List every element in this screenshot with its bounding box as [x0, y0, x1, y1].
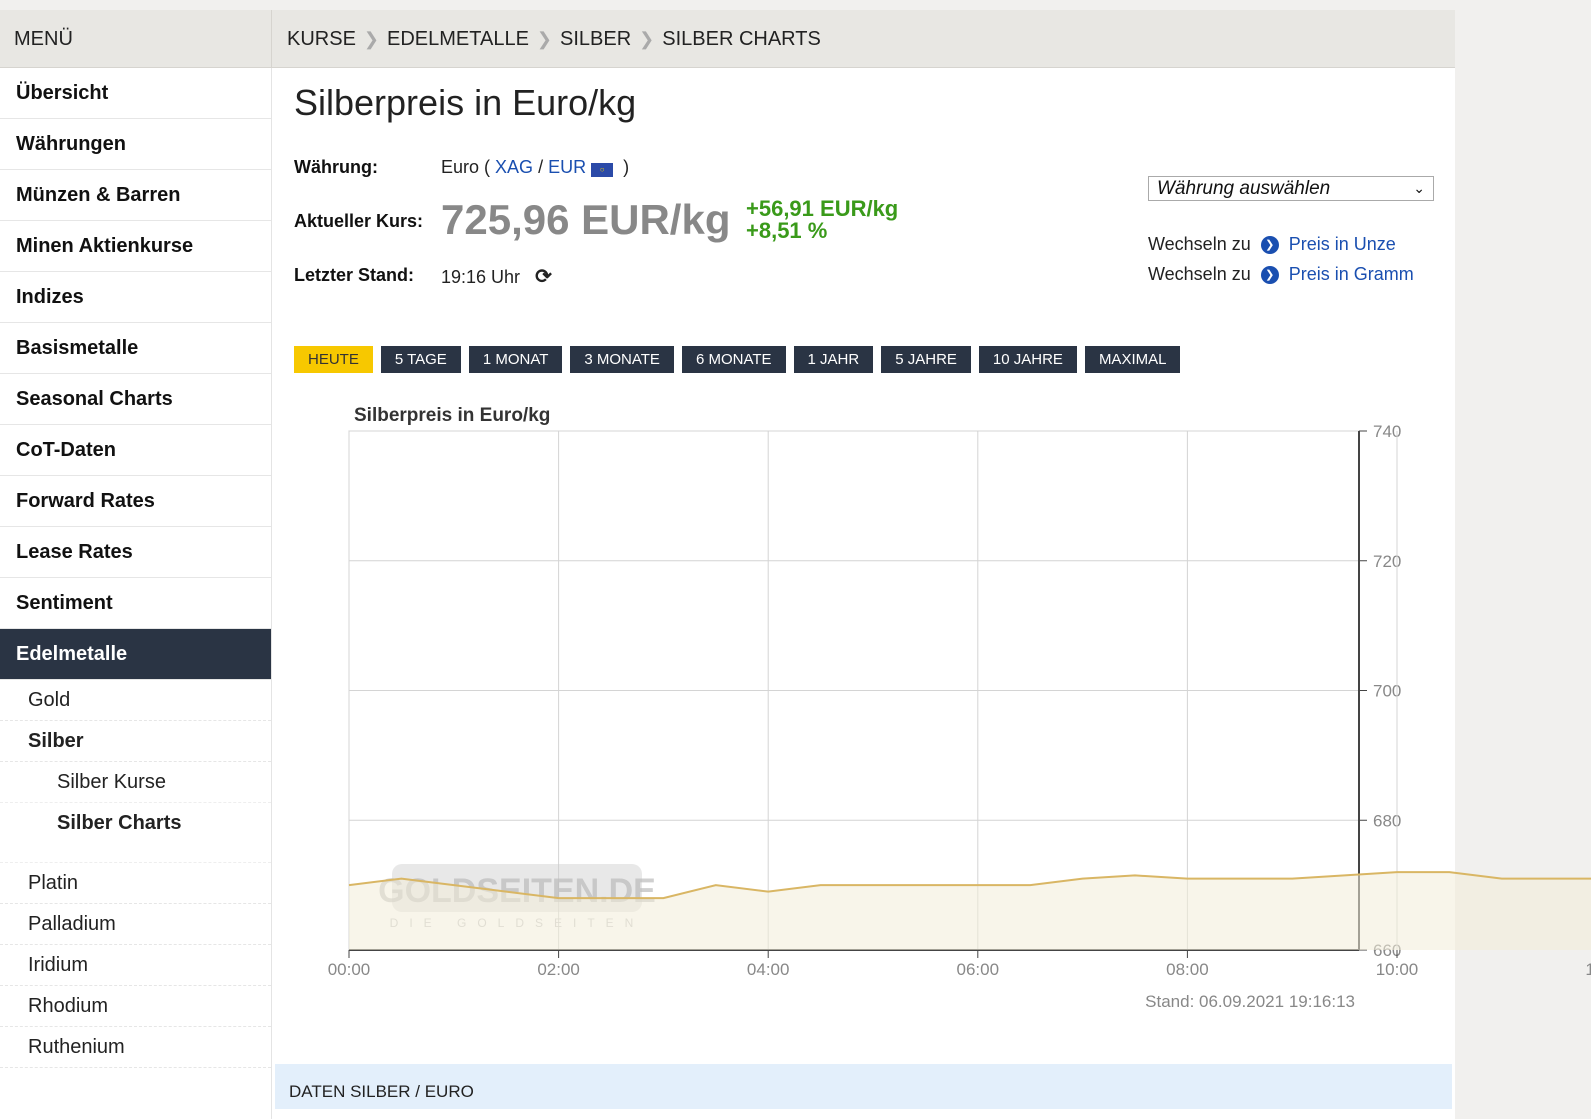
x-tick-label: 06:00 — [957, 960, 1000, 979]
x-tick-label: 12:00 — [1585, 960, 1591, 979]
x-tick-label: 08:00 — [1166, 960, 1209, 979]
x-tick-label: 02:00 — [537, 960, 580, 979]
data-section-header: DATEN SILBER / EURO — [275, 1064, 1452, 1109]
x-tick-label: 00:00 — [328, 960, 371, 979]
x-tick-label: 10:00 — [1376, 960, 1419, 979]
x-tick-label: 04:00 — [747, 960, 790, 979]
price-chart: 66068070072074000:00 02:00 04:00 06:00 08:00… — [328, 405, 1591, 1011]
chart-footer: Stand: 06.09.2021 19:16:13 — [1145, 992, 1355, 1011]
chart-title: Silberpreis in Euro/kg — [354, 405, 550, 426]
data-header-text: DATEN SILBER / EURO — [289, 1082, 474, 1101]
